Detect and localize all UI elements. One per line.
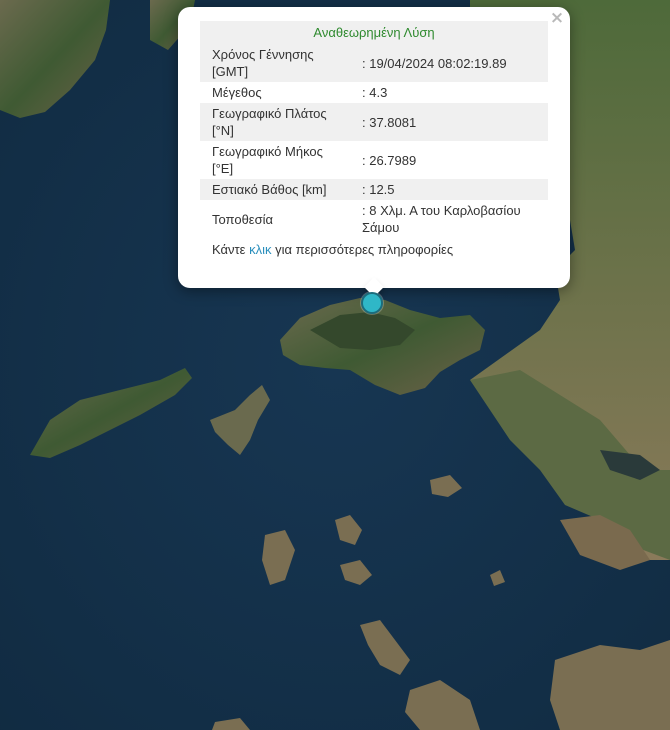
info-value: : 4.3: [362, 85, 388, 100]
info-row: Εστιακό Βάθος [km] : 12.5: [200, 179, 548, 200]
info-row: Γεωγραφικό Πλάτος [°N] : 37.8081: [200, 103, 548, 141]
info-value: : 37.8081: [362, 114, 417, 130]
info-row: Μέγεθος : 4.3: [200, 82, 548, 103]
earthquake-info-table: Χρόνος Γέννησης [GMT] : 19/04/2024 08:02:…: [200, 44, 548, 238]
info-value: : 19/04/2024 08:02:19.89: [362, 55, 507, 71]
popup-close-button[interactable]: ×: [548, 9, 566, 27]
info-label: Τοποθεσία: [212, 211, 274, 227]
popup-title: Αναθεωρημένη Λύση: [200, 21, 548, 44]
more-info-line: Κάντε κλικ για περισσότερες πληροφορίες: [200, 238, 548, 257]
info-label: Χρόνος Γέννησης [GMT]: [212, 47, 314, 79]
earthquake-marker[interactable]: [361, 292, 383, 314]
info-label: Εστιακό Βάθος [km]: [212, 182, 327, 197]
info-row: Τοποθεσία : 8 Χλμ. Α του Καρλοβασίου Σάμο…: [200, 200, 548, 238]
more-info-suffix: για περισσότερες πληροφορίες: [275, 242, 454, 257]
info-label: Μέγεθος: [212, 85, 262, 100]
info-row: Χρόνος Γέννησης [GMT] : 19/04/2024 08:02:…: [200, 44, 548, 82]
earthquake-info-popup: Αναθεωρημένη Λύση Χρόνος Γέννησης [GMT]:…: [178, 7, 570, 288]
info-label: Γεωγραφικό Πλάτος [°N]: [212, 106, 327, 138]
info-value: : 8 Χλμ. Α του Καρλοβασίου Σάμου: [362, 203, 521, 235]
more-info-link[interactable]: κλικ: [249, 242, 271, 257]
info-row: Γεωγραφικό Μήκος [°E] : 26.7989: [200, 141, 548, 179]
info-value: : 12.5: [362, 182, 395, 197]
popup-content: Αναθεωρημένη Λύση Χρόνος Γέννησης [GMT]:…: [200, 21, 548, 257]
info-value: : 26.7989: [362, 152, 417, 168]
more-info-prefix: Κάντε: [212, 242, 246, 257]
info-label: Γεωγραφικό Μήκος [°E]: [212, 144, 323, 176]
